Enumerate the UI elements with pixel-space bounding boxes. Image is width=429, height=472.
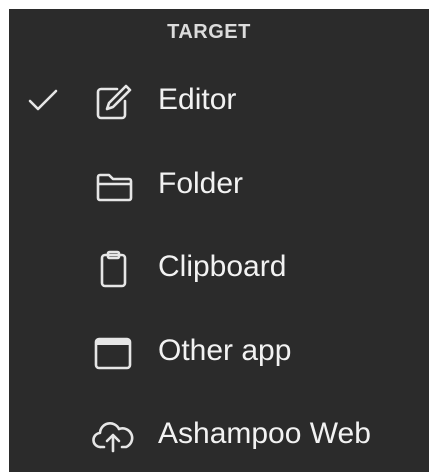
menu-item-editor[interactable]: Editor <box>9 67 429 137</box>
menu-header: TARGET <box>167 21 251 43</box>
window-icon <box>89 334 137 372</box>
cloud-upload-icon <box>89 417 137 455</box>
menu-item-label: Other app <box>158 334 292 367</box>
menu-item-other-app[interactable]: Other app <box>9 318 429 388</box>
menu-item-clipboard[interactable]: Clipboard <box>9 234 429 304</box>
menu-item-label: Ashampoo Web <box>158 417 371 450</box>
checkmark-icon <box>27 88 59 112</box>
menu-item-ashampoo-web[interactable]: Ashampoo Web <box>9 401 429 471</box>
folder-icon <box>89 167 137 205</box>
edit-icon <box>89 83 137 121</box>
menu-item-label: Folder <box>158 167 244 200</box>
clipboard-icon <box>89 250 137 288</box>
menu-item-label: Clipboard <box>158 250 287 283</box>
target-menu: TARGET Editor Folder Clipboard Other app… <box>9 9 429 472</box>
menu-item-label: Editor <box>158 83 237 116</box>
menu-item-folder[interactable]: Folder <box>9 151 429 221</box>
